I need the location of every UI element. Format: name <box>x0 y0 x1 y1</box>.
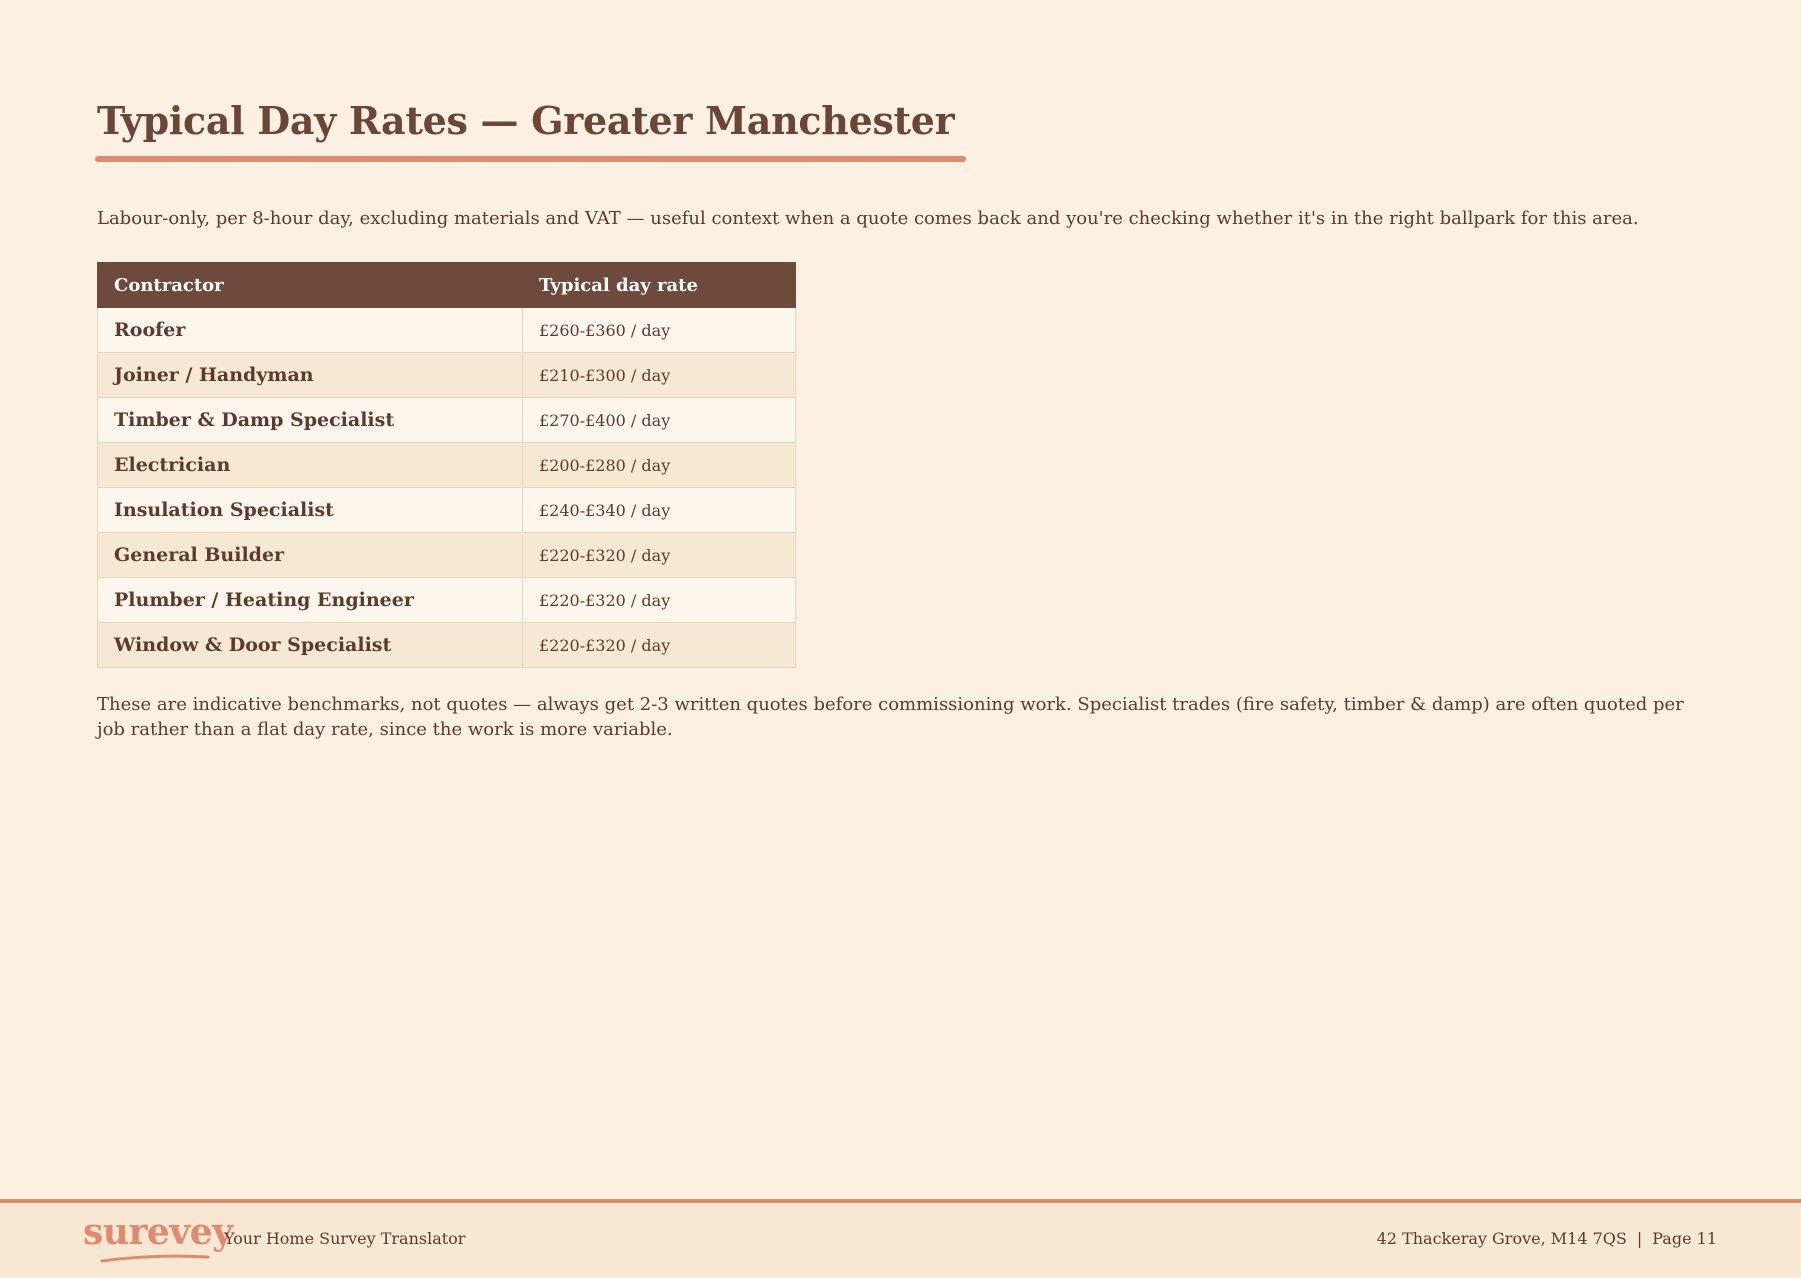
footer-tagline: Your Home Survey Translator <box>224 1229 466 1248</box>
footer-address: 42 Thackeray Grove, M14 7QS <box>1376 1229 1627 1248</box>
brand-logo: surevey <box>83 1211 233 1253</box>
table-row: Roofer £260-£360 / day <box>97 307 796 353</box>
table-row: Timber & Damp Specialist £270-£400 / day <box>97 397 796 443</box>
rate-cell: £270-£400 / day <box>522 397 796 443</box>
header-contractor: Contractor <box>97 262 523 308</box>
disclaimer-note: These are indicative benchmarks, not quo… <box>97 694 1684 740</box>
page-content: Typical Day Rates — Greater Manchester L… <box>95 96 1717 742</box>
page-number: Page 11 <box>1652 1229 1717 1248</box>
contractor-cell: Insulation Specialist <box>97 487 523 533</box>
contractor-cell: Timber & Damp Specialist <box>97 397 523 443</box>
logo-swoosh-icon <box>100 1254 210 1263</box>
title-underline <box>95 156 967 162</box>
page-footer: surevey Your Home Survey Translator 42 T… <box>0 1199 1801 1278</box>
contractor-cell: Joiner / Handyman <box>97 352 523 398</box>
contractor-cell: Window & Door Specialist <box>97 622 523 668</box>
contractor-cell: Electrician <box>97 442 523 488</box>
title-block: Typical Day Rates — Greater Manchester <box>95 96 967 162</box>
footer-separator: | <box>1636 1229 1643 1248</box>
table-row: Insulation Specialist £240-£340 / day <box>97 487 796 533</box>
header-day-rate: Typical day rate <box>522 262 796 308</box>
table-row: Electrician £200-£280 / day <box>97 442 796 488</box>
table-header-row: Contractor Typical day rate <box>97 262 796 308</box>
contractor-cell: General Builder <box>97 532 523 578</box>
day-rates-table: Contractor Typical day rate Roofer £260-… <box>97 262 796 668</box>
rate-cell: £220-£320 / day <box>522 622 796 668</box>
table-row: Window & Door Specialist £220-£320 / day <box>97 622 796 668</box>
table-row: Joiner / Handyman £210-£300 / day <box>97 352 796 398</box>
table-row: Plumber / Heating Engineer £220-£320 / d… <box>97 577 796 623</box>
footer-meta: 42 Thackeray Grove, M14 7QS | Page 11 <box>1377 1229 1717 1248</box>
rate-cell: £210-£300 / day <box>522 352 796 398</box>
intro-paragraph: Labour-only, per 8-hour day, excluding m… <box>97 208 1639 229</box>
contractor-cell: Roofer <box>97 307 523 353</box>
rate-cell: £240-£340 / day <box>522 487 796 533</box>
rate-cell: £200-£280 / day <box>522 442 796 488</box>
rate-cell: £220-£320 / day <box>522 532 796 578</box>
contractor-cell: Plumber / Heating Engineer <box>97 577 523 623</box>
rate-cell: £220-£320 / day <box>522 577 796 623</box>
table-row: General Builder £220-£320 / day <box>97 532 796 578</box>
page-title: Typical Day Rates — Greater Manchester <box>97 98 955 143</box>
rate-cell: £260-£360 / day <box>522 307 796 353</box>
